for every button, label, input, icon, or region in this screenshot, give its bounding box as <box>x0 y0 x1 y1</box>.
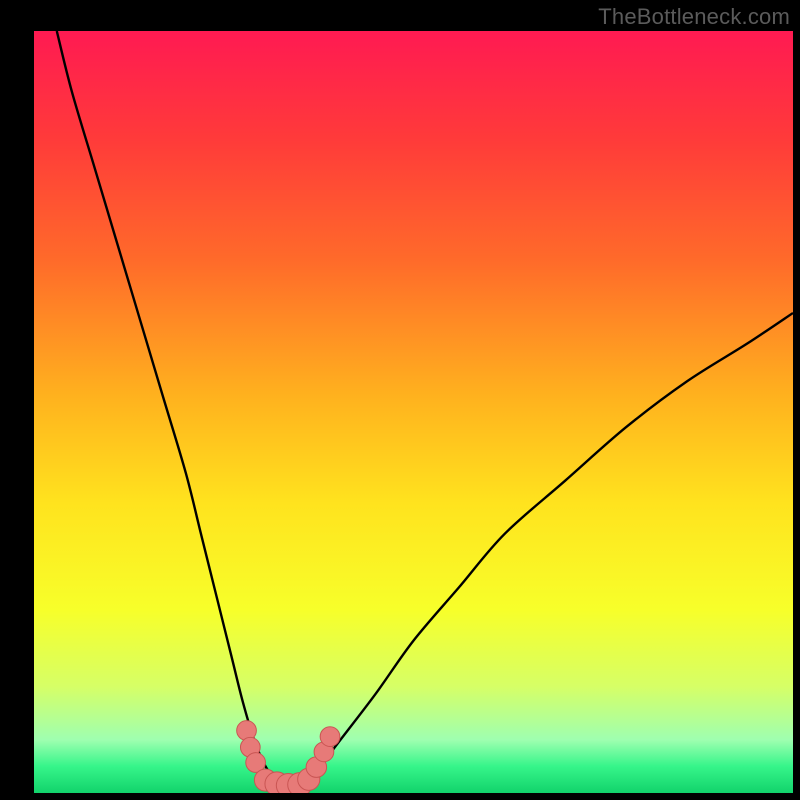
chart-frame: TheBottleneck.com <box>0 0 800 800</box>
curve-marker <box>320 727 340 747</box>
bottleneck-chart <box>0 0 800 800</box>
curve-marker <box>237 721 257 741</box>
gradient-background <box>34 31 793 793</box>
